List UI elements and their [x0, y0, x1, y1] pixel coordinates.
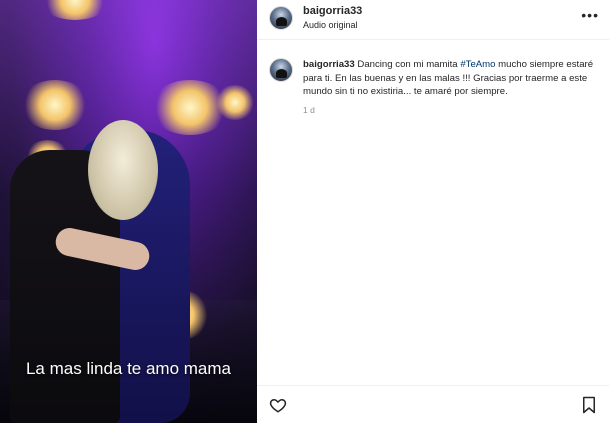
- chandelier: [20, 80, 90, 130]
- comment-username[interactable]: baigorria33: [303, 59, 355, 70]
- action-bar: [257, 385, 609, 423]
- header-username[interactable]: baigorria33: [303, 5, 362, 17]
- caption-text: baigorria33 Dancing con mi mamita #TeAmo…: [303, 58, 609, 99]
- hashtag-link[interactable]: #TeAmo: [460, 59, 495, 70]
- more-horizontal-icon[interactable]: •••: [581, 8, 599, 22]
- heart-icon[interactable]: [269, 396, 287, 414]
- video-caption: La mas linda te amo mama: [25, 359, 232, 378]
- avatar[interactable]: [269, 6, 293, 30]
- caption-text-start: Dancing con mi mamita: [357, 59, 461, 70]
- post-media[interactable]: La mas linda te amo mama: [0, 0, 257, 423]
- post-header: baigorria33 Audio original •••: [257, 0, 609, 40]
- avatar[interactable]: [269, 58, 293, 82]
- chandelier: [215, 85, 255, 120]
- audio-label[interactable]: Audio original: [303, 20, 358, 30]
- bookmark-icon[interactable]: [581, 396, 597, 414]
- post-side-panel: baigorria33 Audio original ••• baigorria…: [257, 0, 609, 423]
- woman-hair: [88, 120, 158, 220]
- comment-timestamp[interactable]: 1 d: [303, 105, 315, 115]
